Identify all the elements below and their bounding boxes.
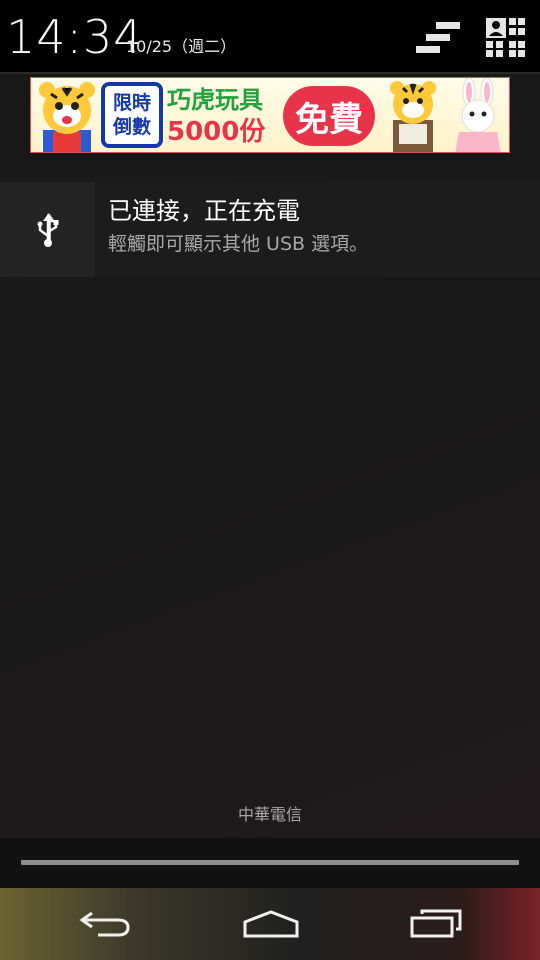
clear-all-button[interactable] (412, 18, 464, 58)
ad-banner[interactable]: 限時 倒數 巧虎玩具 5000份 免費 (30, 77, 510, 153)
shade-handle-area (0, 838, 540, 888)
clear-notifications-icon (416, 22, 460, 53)
carrier-label: 中華電信 (237, 805, 302, 824)
date: 10/25（週二） (126, 37, 237, 56)
usb-icon (37, 212, 58, 247)
ad-title: 巧虎玩具 (167, 86, 263, 114)
notification-text: 輕觸即可顯示其他 USB 選項。 (108, 233, 369, 255)
notification-title: 已連接，正在充電 (108, 197, 300, 225)
notification-icon-box (0, 182, 95, 277)
home-icon (243, 910, 299, 938)
quick-settings-icon (486, 18, 525, 57)
bunny-plush-icon (455, 78, 501, 152)
navigation-bar (0, 888, 540, 960)
ad-area: 限時 倒數 巧虎玩具 5000份 免費 (0, 74, 540, 174)
shade-drag-handle[interactable] (21, 860, 519, 865)
recent-apps-button[interactable] (396, 902, 476, 946)
recent-apps-icon (410, 909, 462, 938)
ad-count: 5000份 (167, 117, 266, 147)
clock: 14:34 (6, 10, 144, 64)
notification-shade: 14:34 10/25（週二） 限時 倒數 巧虎玩具 5000份 免費 已連接，… (0, 0, 540, 960)
quick-settings-button[interactable] (482, 14, 528, 60)
tiger-mascot-icon (39, 82, 95, 152)
back-button[interactable] (66, 902, 146, 946)
shade-header: 14:34 10/25（週二） (0, 0, 540, 72)
back-icon (79, 911, 130, 937)
badge-line-1: 限時 (112, 92, 151, 114)
tiger-plush-icon (390, 81, 436, 152)
usb-notification[interactable]: 已連接，正在充電 輕觸即可顯示其他 USB 選項。 (0, 182, 540, 277)
countdown-badge: 限時 倒數 (101, 82, 163, 148)
badge-line-2: 倒數 (112, 116, 151, 138)
home-button[interactable] (231, 902, 311, 946)
free-badge: 免費 (283, 86, 375, 146)
